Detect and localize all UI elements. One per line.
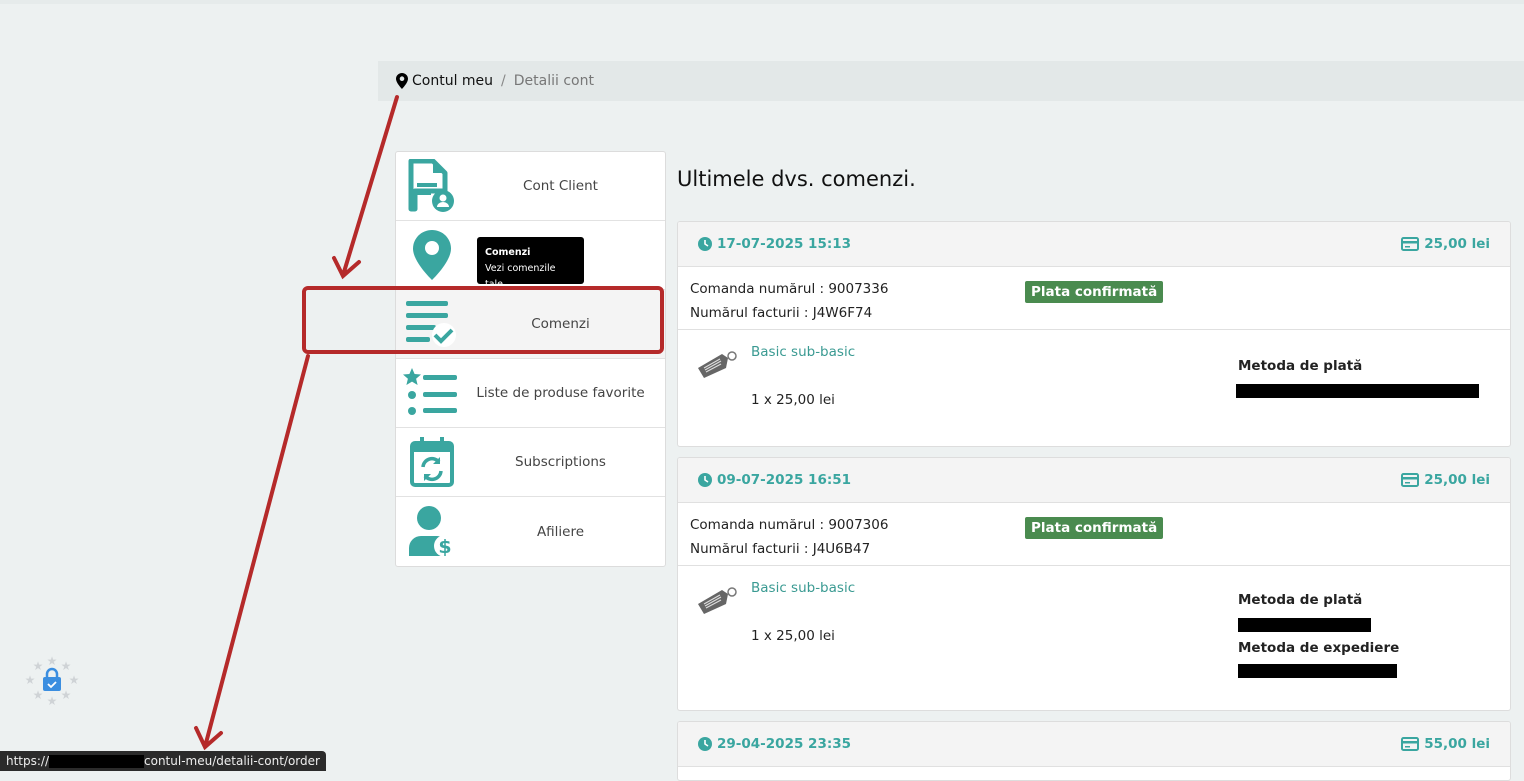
- sidebar-item-afiliere[interactable]: $ Afiliere: [396, 497, 665, 566]
- credit-card-icon: [1401, 237, 1420, 251]
- redacted-block: [1238, 618, 1371, 632]
- url-suffix: contul-meu/detalii-cont/order: [144, 754, 320, 768]
- page-title: Ultimele dvs. comenzi.: [677, 167, 916, 191]
- order-header[interactable]: 29-04-2025 23:35 55,00 lei: [678, 722, 1510, 767]
- order-date: 09-07-2025 16:51: [717, 472, 852, 488]
- sidebar-item-label: Subscriptions: [515, 454, 606, 470]
- order-card: 09-07-2025 16:51 25,00 lei Comanda număr…: [677, 457, 1511, 711]
- status-badge: Plata confirmată: [1025, 517, 1164, 539]
- product-quantity: 1 x 25,00 lei: [751, 392, 835, 408]
- annotation-highlight-box: [302, 286, 664, 354]
- shipping-method-label: Metoda de expediere: [1238, 640, 1400, 656]
- credit-card-icon: [1401, 473, 1420, 487]
- order-total: 55,00 lei: [1424, 736, 1490, 752]
- svg-text:$: $: [438, 536, 451, 558]
- tooltip: Comenzi Vezi comenzile tale: [477, 237, 584, 290]
- price-tag-icon: [698, 587, 737, 614]
- svg-text:★: ★: [25, 673, 36, 687]
- sidebar-item-label: Cont Client: [523, 178, 598, 194]
- svg-text:★: ★: [61, 688, 72, 702]
- sidebar-item-subscriptions[interactable]: Subscriptions: [396, 428, 665, 497]
- calendar-refresh-icon: [402, 432, 462, 492]
- sidebar-item-cont-client[interactable]: Cont Client: [396, 152, 665, 221]
- breadcrumb-current: Detalii cont: [513, 73, 594, 89]
- user-dollar-icon: $: [402, 502, 462, 562]
- payment-method-label: Metoda de plată: [1238, 592, 1363, 608]
- order-total: 25,00 lei: [1424, 236, 1490, 252]
- top-strip: [0, 0, 1524, 4]
- sidebar-item-label: Liste de produse favorite: [476, 385, 645, 401]
- redacted-block: [1236, 384, 1479, 398]
- map-pin-icon: [402, 225, 462, 285]
- svg-text:★: ★: [47, 654, 58, 668]
- sidebar-item-label: Afiliere: [536, 523, 585, 540]
- svg-text:★: ★: [33, 688, 44, 702]
- svg-text:★: ★: [47, 694, 58, 708]
- order-body: Basic sub-basic 1 x 25,00 lei Metoda de …: [678, 330, 1510, 446]
- account-sidebar: Cont Client Comenzi Liste de produse fav…: [395, 151, 666, 567]
- order-header[interactable]: 09-07-2025 16:51 25,00 lei: [678, 458, 1510, 503]
- star-list-icon: [402, 363, 462, 423]
- link-status-bar: https:// contul-meu/detalii-cont/order: [0, 751, 326, 771]
- svg-text:★: ★: [33, 659, 44, 673]
- url-prefix: https://: [6, 754, 50, 768]
- product-quantity: 1 x 25,00 lei: [751, 628, 835, 644]
- price-tag-icon: [698, 351, 737, 378]
- product-link[interactable]: Basic sub-basic: [751, 580, 855, 596]
- order-card: 29-04-2025 23:35 55,00 lei: [677, 721, 1511, 781]
- map-pin-icon: [396, 73, 408, 89]
- order-header[interactable]: 17-07-2025 15:13 25,00 lei: [678, 222, 1510, 267]
- tooltip-title: Comenzi: [485, 247, 531, 258]
- breadcrumb-home-link[interactable]: Contul meu: [412, 73, 493, 89]
- credit-card-icon: [1401, 737, 1420, 751]
- breadcrumb-separator: /: [501, 73, 506, 89]
- clock-icon: [698, 237, 712, 251]
- order-date: 17-07-2025 15:13: [717, 236, 852, 252]
- clock-icon: [698, 737, 712, 751]
- order-info: Comanda numărul : 9007336 Numărul factur…: [678, 267, 1510, 330]
- payment-method-label: Metoda de plată: [1238, 358, 1363, 374]
- breadcrumb: Contul meu / Detalii cont: [378, 61, 1524, 101]
- order-date: 29-04-2025 23:35: [717, 736, 852, 752]
- order-total: 25,00 lei: [1424, 472, 1490, 488]
- document-user-icon: [402, 156, 462, 216]
- status-badge: Plata confirmată: [1025, 281, 1164, 303]
- invoice-number: Numărul facturii : J4U6B47: [690, 541, 871, 557]
- redacted-block: [49, 754, 145, 768]
- invoice-number: Numărul facturii : J4W6F74: [690, 305, 873, 321]
- svg-text:★: ★: [69, 673, 80, 687]
- clock-icon: [698, 473, 712, 487]
- redacted-block: [1238, 664, 1397, 678]
- svg-text:★: ★: [61, 659, 72, 673]
- order-body: Basic sub-basic 1 x 25,00 lei Metoda de …: [678, 566, 1510, 710]
- sidebar-item-favorite-lists[interactable]: Liste de produse favorite: [396, 359, 665, 428]
- product-link[interactable]: Basic sub-basic: [751, 344, 855, 360]
- order-info: Comanda numărul : 9007306 Numărul factur…: [678, 503, 1510, 566]
- order-card: 17-07-2025 15:13 25,00 lei Comanda număr…: [677, 221, 1511, 447]
- privacy-lock-badge-icon[interactable]: ★★ ★★ ★★ ★★: [24, 654, 80, 708]
